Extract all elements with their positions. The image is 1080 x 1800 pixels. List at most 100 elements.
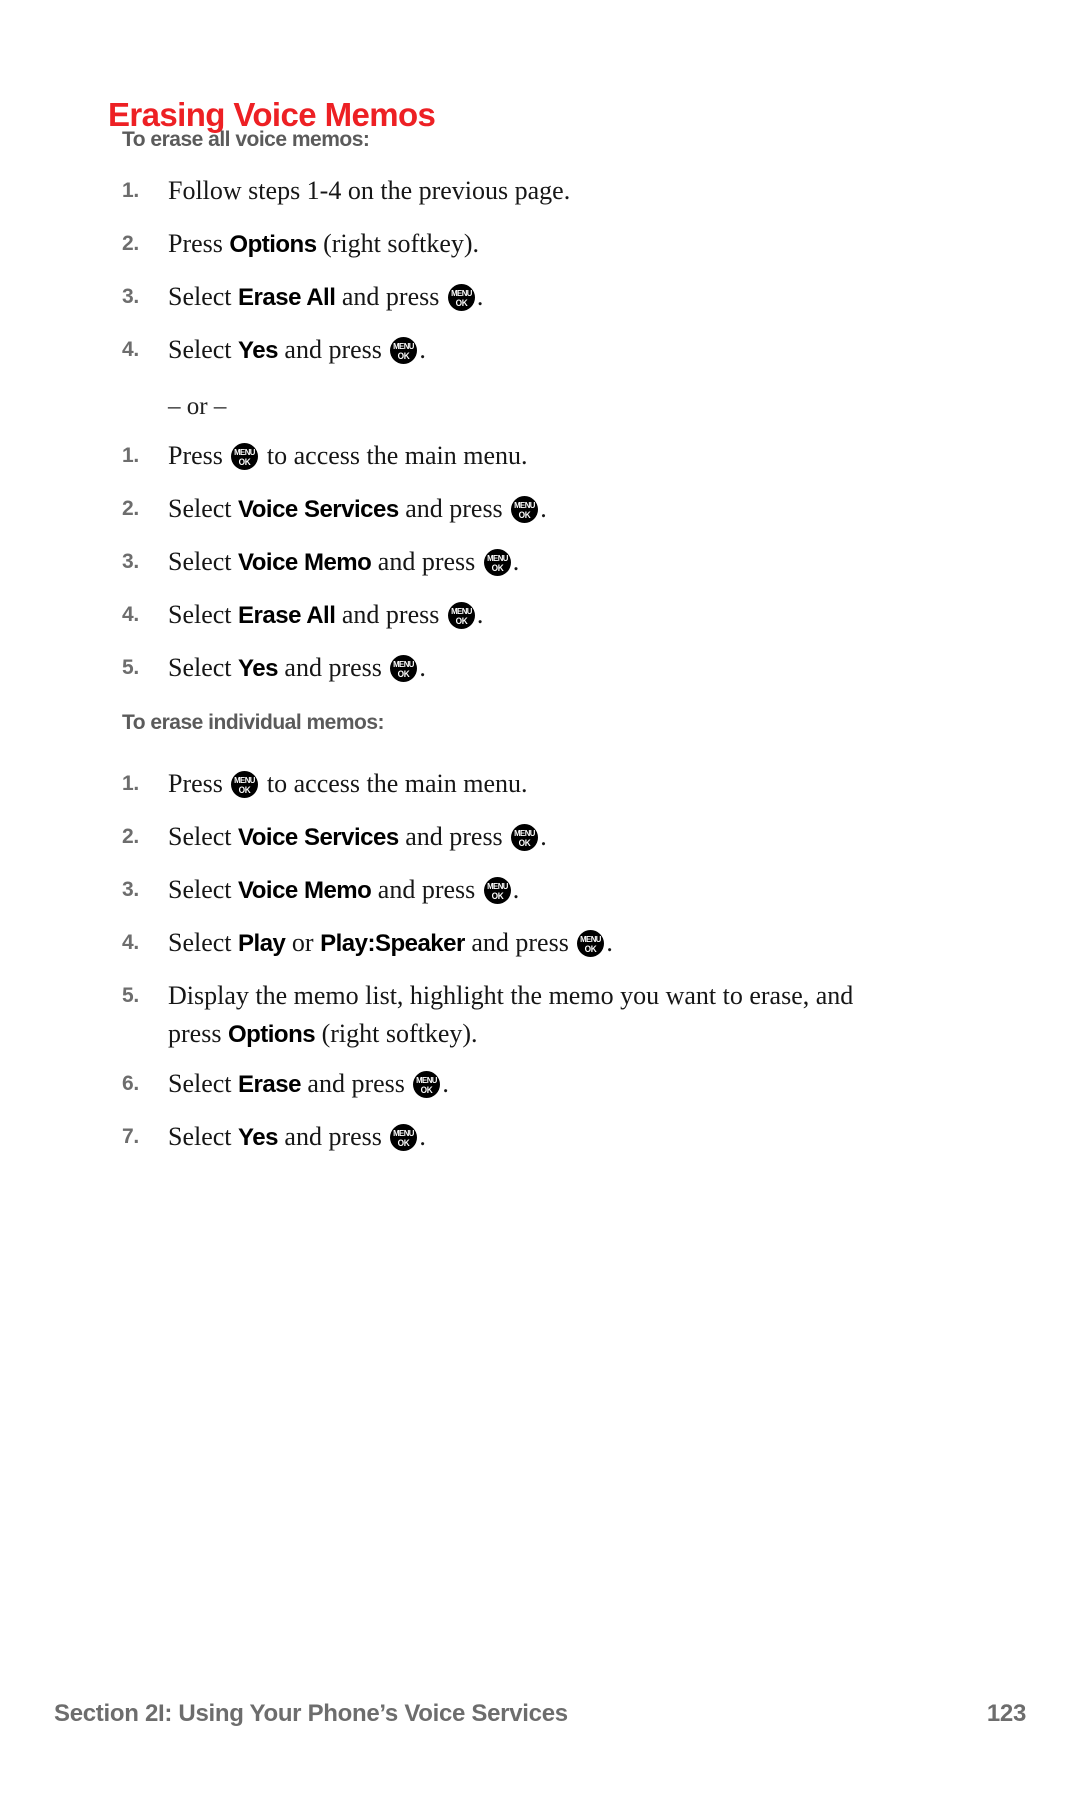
- ui-term: Options: [227, 1021, 316, 1048]
- menu-ok-key-icon: MENU OK: [390, 337, 418, 364]
- menu-ok-key-line2: OK: [518, 509, 531, 520]
- menu-ok-key-line1: MENU: [580, 934, 602, 944]
- menu-ok-key-line2: OK: [397, 350, 410, 361]
- step-number: 4.: [122, 931, 139, 954]
- instruction-step: 4. Select Yes and press MENU OK.: [122, 331, 912, 370]
- ui-term: Voice Services: [238, 496, 399, 523]
- step-text: Select Yes and press MENU OK.: [168, 1122, 426, 1151]
- menu-ok-key-line1: MENU: [416, 1075, 438, 1085]
- menu-ok-key-icon: MENU OK: [511, 824, 539, 851]
- instruction-step: 5. Display the memo list, highlight the m…: [122, 977, 912, 1054]
- step-number: 3.: [122, 878, 139, 901]
- instruction-step: 3. Select Voice Memo and press MENU OK.: [122, 543, 912, 582]
- menu-ok-key-icon: MENU OK: [413, 1071, 441, 1098]
- step-number: 2.: [122, 232, 139, 255]
- instruction-step: 2. Press Options (right softkey).: [122, 225, 912, 264]
- menu-ok-key-icon: MENU OK: [231, 443, 259, 470]
- instruction-step: 1. Press MENU OK to access the main menu.: [122, 437, 912, 475]
- or-separator: – or –: [168, 393, 227, 420]
- menu-ok-key-line1: MENU: [486, 553, 508, 563]
- step-text: Select Yes and press MENU OK.: [168, 335, 426, 364]
- step-number: 6.: [122, 1072, 139, 1095]
- menu-ok-key-icon: MENU OK: [390, 655, 418, 682]
- menu-ok-key-line2: OK: [455, 615, 468, 626]
- step-text: Select Yes and press MENU OK.: [168, 653, 426, 682]
- step-number: 3.: [122, 285, 139, 308]
- menu-ok-key-line2: OK: [455, 297, 468, 308]
- step-text: Press Options (right softkey).: [168, 229, 480, 258]
- menu-ok-key-line2: OK: [491, 890, 504, 901]
- instruction-step: 1. Press MENU OK to access the main menu.: [122, 765, 912, 803]
- menu-ok-key-line2: OK: [518, 837, 531, 848]
- instruction-step: 6. Select Erase and press MENU OK.: [122, 1065, 912, 1104]
- subhead-erase-individual: To erase individual memos:: [122, 711, 385, 734]
- menu-ok-key-line2: OK: [420, 1084, 433, 1095]
- menu-ok-key-icon: MENU OK: [390, 1124, 418, 1151]
- step-number: 1.: [122, 444, 139, 467]
- step-text: Follow steps 1-4 on the previous page.: [168, 176, 571, 205]
- step-number: 1.: [122, 772, 139, 795]
- instruction-step: 4. Select Erase All and press MENU OK.: [122, 596, 912, 635]
- ui-term: Voice Services: [238, 824, 399, 851]
- menu-ok-key-icon: MENU OK: [577, 930, 605, 957]
- step-text: Select Erase All and press MENU OK.: [168, 282, 484, 311]
- menu-ok-key-icon: MENU OK: [447, 284, 475, 311]
- ui-term: Play: [238, 930, 286, 957]
- ui-term: Yes: [238, 337, 278, 364]
- step-text: Press MENU OK to access the main menu.: [168, 441, 528, 470]
- step-number: 2.: [122, 825, 139, 848]
- footer-section-label: Section 2I: Using Your Phone’s Voice Ser…: [54, 1700, 568, 1727]
- instruction-step: 3. Select Erase All and press MENU OK.: [122, 278, 912, 317]
- subhead-erase-all: To erase all voice memos:: [122, 128, 370, 151]
- instruction-step: 2. Select Voice Services and press MENU OK…: [122, 818, 912, 857]
- step-text: Select Erase and press MENU OK.: [168, 1069, 449, 1098]
- menu-ok-key-line1: MENU: [393, 1128, 415, 1138]
- menu-ok-key-icon: MENU OK: [511, 496, 539, 523]
- step-text: Select Play or Play:Speaker and press ME…: [168, 928, 613, 957]
- ui-term: Erase All: [238, 602, 336, 629]
- menu-ok-key-line1: MENU: [234, 775, 256, 785]
- menu-ok-key-line1: MENU: [486, 881, 508, 891]
- instruction-step: 3. Select Voice Memo and press MENU OK.: [122, 871, 912, 910]
- ui-term: Voice Memo: [238, 877, 372, 904]
- ui-term: Voice Memo: [238, 549, 372, 576]
- ui-term: Erase All: [238, 284, 336, 311]
- menu-ok-key-line1: MENU: [514, 828, 536, 838]
- step-number: 4.: [122, 603, 139, 626]
- step-number: 2.: [122, 497, 139, 520]
- page-footer: Section 2I: Using Your Phone’s Voice Ser…: [54, 1700, 1026, 1728]
- menu-ok-key-line1: MENU: [393, 659, 415, 669]
- footer-page-number: 123: [986, 1700, 1026, 1727]
- step-number: 4.: [122, 338, 139, 361]
- menu-ok-key-line2: OK: [491, 562, 504, 573]
- ui-term: Play:Speaker: [320, 930, 465, 957]
- menu-ok-key-line1: MENU: [514, 500, 536, 510]
- step-text: Display the memo list, highlight the mem…: [168, 981, 854, 1048]
- menu-ok-key-icon: MENU OK: [483, 877, 511, 904]
- instruction-step: 2. Select Voice Services and press MENU OK…: [122, 490, 912, 529]
- ui-term: Options: [229, 231, 317, 258]
- step-text: Select Erase All and press MENU OK.: [168, 600, 484, 629]
- instruction-step: 5. Select Yes and press MENU OK.: [122, 649, 912, 688]
- menu-ok-key-line2: OK: [584, 943, 597, 954]
- menu-ok-key-line1: MENU: [393, 341, 415, 351]
- step-number: 3.: [122, 550, 139, 573]
- instruction-step: 4. Select Play or Play:Speaker and press …: [122, 924, 912, 963]
- ui-term: Yes: [238, 655, 278, 682]
- step-text: Select Voice Memo and press MENU OK.: [168, 547, 520, 576]
- step-number: 5.: [122, 656, 139, 679]
- menu-ok-key-icon: MENU OK: [231, 771, 259, 798]
- menu-ok-key-line1: MENU: [450, 288, 472, 298]
- menu-ok-key-icon: MENU OK: [447, 602, 475, 629]
- step-number: 1.: [122, 179, 139, 202]
- menu-ok-key-line2: OK: [397, 668, 410, 679]
- step-number: 7.: [122, 1125, 139, 1148]
- ui-term: Erase: [238, 1071, 301, 1098]
- step-text: Select Voice Services and press MENU OK.: [168, 822, 547, 851]
- instruction-step: 1. Follow steps 1-4 on the previous page.: [122, 172, 912, 210]
- manual-page: Erasing Voice Memos To erase all voice m…: [0, 0, 1080, 1800]
- step-text: Press MENU OK to access the main menu.: [168, 769, 528, 798]
- step-text: Select Voice Memo and press MENU OK.: [168, 875, 520, 904]
- menu-ok-key-line1: MENU: [450, 606, 472, 616]
- menu-ok-key-icon: MENU OK: [483, 549, 511, 576]
